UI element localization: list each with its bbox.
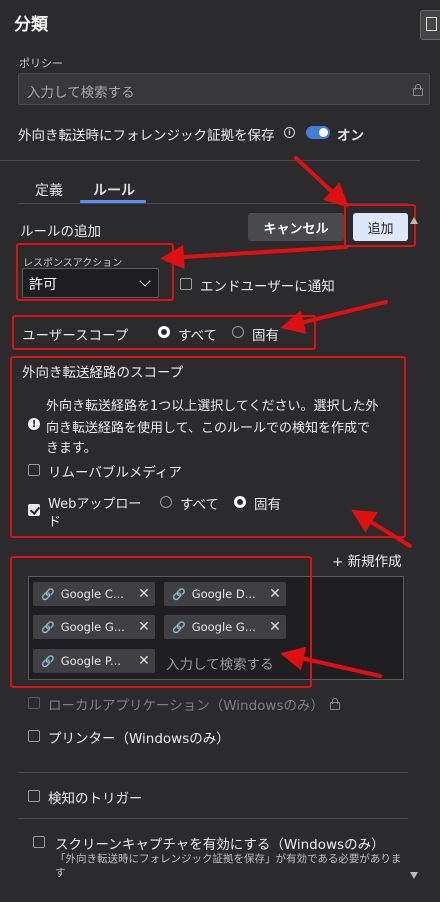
arrow-to-add-button	[294, 156, 349, 208]
annotation-arrows	[160, 156, 412, 678]
arrow-to-response-action	[160, 245, 348, 269]
arrow-to-chip-search	[280, 646, 382, 678]
arrow-to-user-scope	[280, 300, 388, 334]
arrow-to-web-upload	[351, 509, 412, 548]
